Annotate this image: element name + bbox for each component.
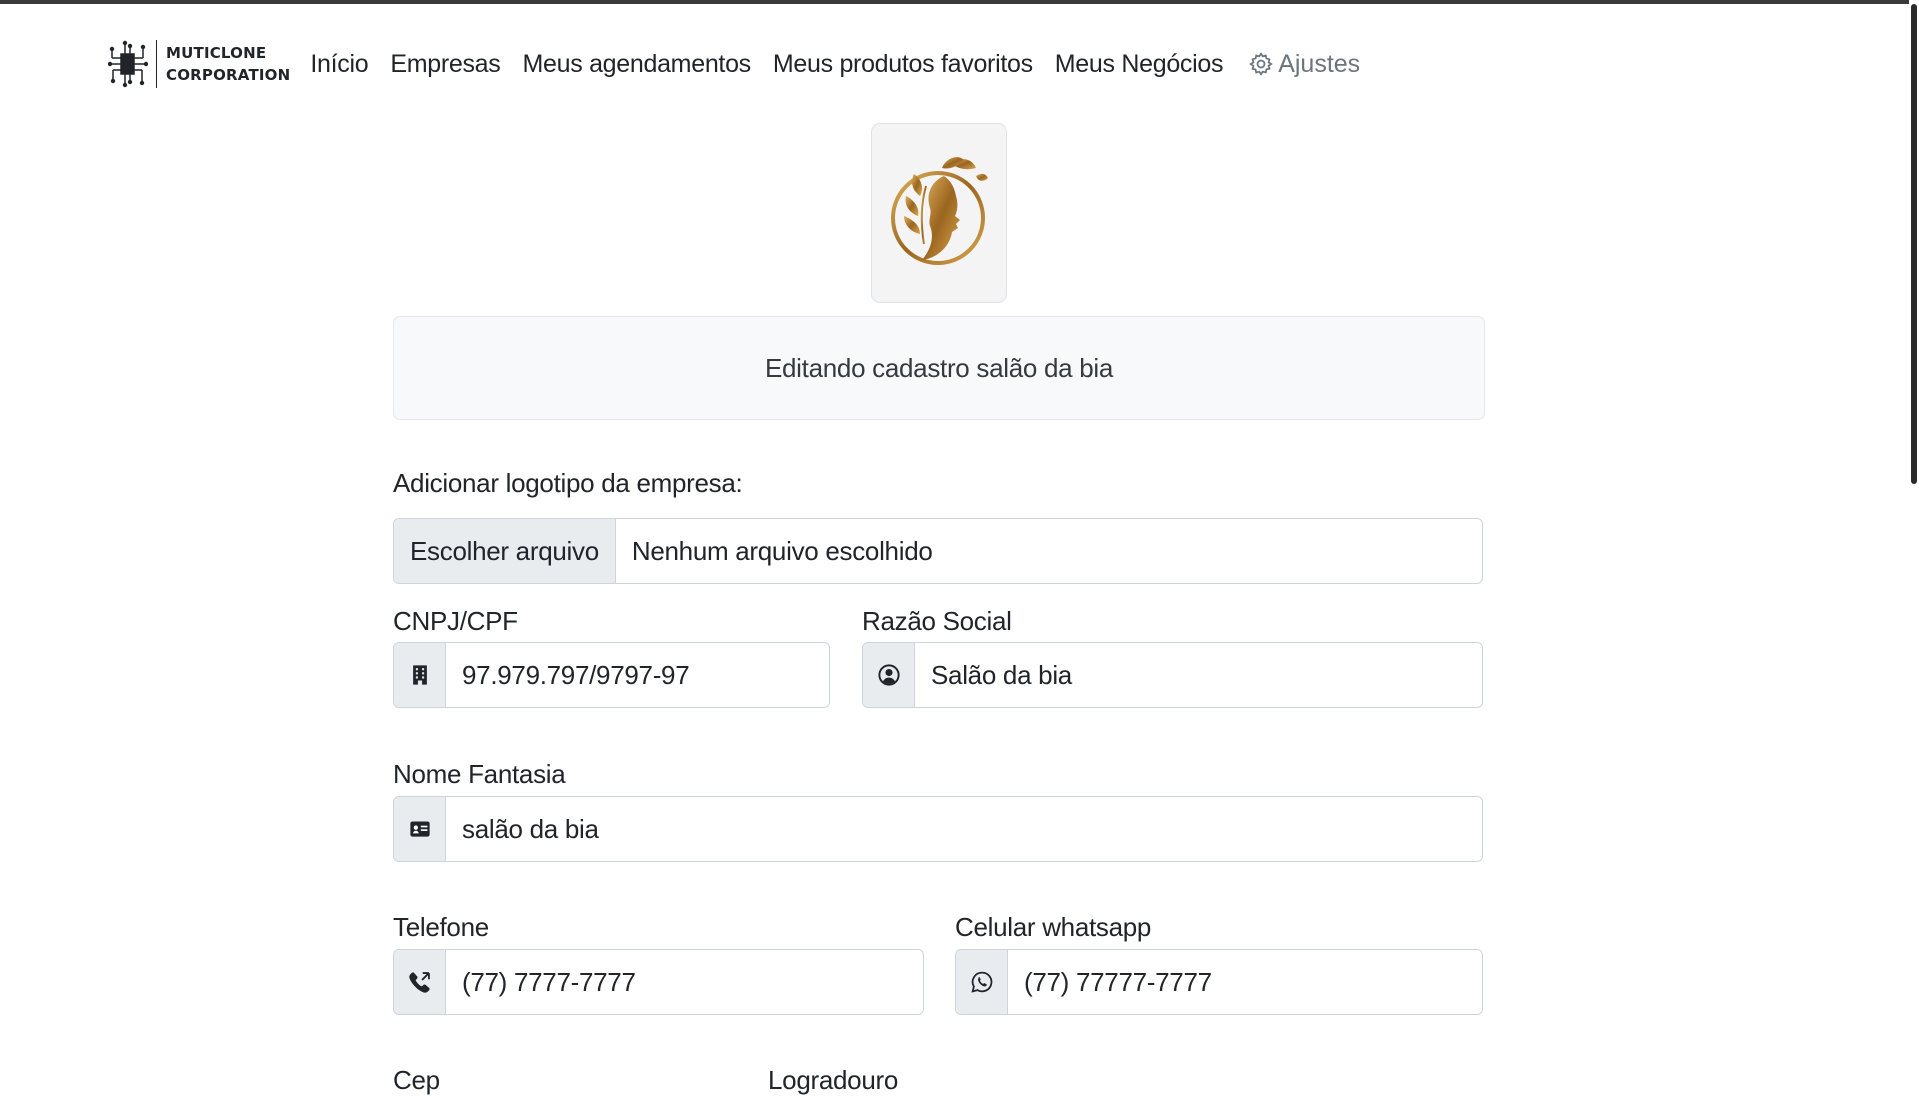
file-status-text: Nenhum arquivo escolhido [631, 535, 933, 566]
nome-fantasia-label: Nome Fantasia [393, 759, 566, 789]
scrollbar-thumb[interactable] [1911, 4, 1917, 484]
razao-social-icon-addon [863, 643, 915, 707]
nav-link-ajustes[interactable]: Ajustes [1248, 50, 1360, 79]
nome-fantasia-icon-addon [394, 797, 446, 861]
building-icon [412, 665, 427, 685]
razao-social-label: Razão Social [862, 606, 1012, 636]
telefone-icon-addon [394, 950, 446, 1014]
cnpj-input[interactable] [446, 643, 829, 707]
razao-social-input-group [862, 642, 1483, 708]
celular-input[interactable] [1008, 950, 1482, 1014]
telefone-input-group [393, 949, 924, 1015]
celular-icon-addon [956, 950, 1008, 1014]
nome-fantasia-input-group [393, 796, 1483, 862]
cep-label: Cep [393, 1065, 440, 1095]
cnpj-label: CNPJ/CPF [393, 606, 518, 636]
nav-link-meus-produtos-favoritos[interactable]: Meus produtos favoritos [773, 50, 1033, 79]
telefone-input[interactable] [446, 950, 923, 1014]
cnpj-input-group [393, 642, 830, 708]
celular-label: Celular whatsapp [955, 912, 1152, 942]
brand-name-line2: CORPORATION [166, 66, 291, 84]
nav-link-meus-negocios[interactable]: Meus Negócios [1055, 50, 1224, 79]
logo-file-input[interactable]: Escolher arquivo Nenhum arquivo escolhid… [393, 518, 1483, 584]
choose-file-button[interactable]: Escolher arquivo [394, 519, 616, 583]
person-circle-icon [877, 664, 900, 686]
page-title: Editando cadastro salão da bia [764, 352, 1114, 383]
nav-link-inicio[interactable]: Início [310, 50, 368, 79]
logo-upload-label: Adicionar logotipo da empresa: [393, 468, 743, 498]
brand-name: MUTICLONE CORPORATION [166, 42, 290, 86]
nav-settings-label: Ajustes [1278, 49, 1361, 78]
nav-link-empresas[interactable]: Empresas [390, 50, 500, 79]
razao-social-input[interactable] [915, 643, 1482, 707]
nav-link-meus-agendamentos[interactable]: Meus agendamentos [522, 50, 751, 79]
gear-icon [1249, 52, 1273, 76]
whatsapp-icon [970, 971, 992, 993]
cnpj-icon-addon [394, 643, 446, 707]
business-logo-preview [871, 123, 1007, 303]
brand[interactable]: MUTICLONE CORPORATION [108, 36, 290, 92]
nav-links: Início Empresas Meus agendamentos Meus p… [310, 50, 1360, 79]
phone-icon [408, 972, 430, 993]
window-top-border [0, 0, 1919, 4]
woman-leaf-logo-image [872, 124, 1006, 302]
brand-name-line1: MUTICLONE [166, 44, 267, 62]
logradouro-label: Logradouro [768, 1065, 898, 1095]
telefone-label: Telefone [393, 912, 489, 942]
circuit-chip-logo-icon [108, 40, 148, 88]
brand-divider [156, 40, 157, 88]
celular-input-group [955, 949, 1483, 1015]
main-navbar: MUTICLONE CORPORATION Início Empresas Me… [108, 36, 1360, 92]
id-card-icon [409, 821, 430, 837]
nome-fantasia-input[interactable] [446, 797, 1482, 861]
page-title-box: Editando cadastro salão da bia [393, 316, 1485, 420]
